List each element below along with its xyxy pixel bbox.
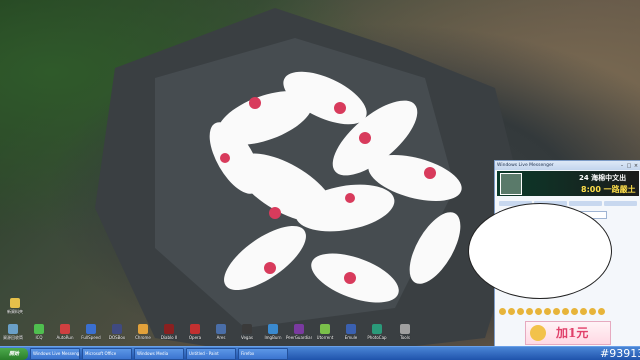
desktop-icon[interactable]: Ares bbox=[208, 324, 234, 340]
app-icon bbox=[86, 324, 96, 334]
emoticon-icon[interactable] bbox=[580, 308, 587, 315]
emoticon-icon[interactable] bbox=[571, 308, 578, 315]
desktop-icon[interactable]: AutoRun bbox=[52, 324, 78, 340]
emoticon-icon[interactable] bbox=[517, 308, 524, 315]
emoticon-icon[interactable] bbox=[544, 308, 551, 315]
app-icon bbox=[190, 324, 200, 334]
app-icon bbox=[164, 324, 174, 334]
emoticon-icon[interactable] bbox=[499, 308, 506, 315]
window-title: Windows Live Messenger bbox=[497, 163, 554, 168]
app-icon bbox=[372, 324, 382, 334]
emoticon-icon[interactable] bbox=[535, 308, 542, 315]
banner-thumbnail bbox=[500, 173, 522, 195]
taskbar-button[interactable]: Windows Media bbox=[134, 348, 184, 360]
emoticon-icon[interactable] bbox=[562, 308, 569, 315]
emoticon-icon[interactable] bbox=[553, 308, 560, 315]
banner-line-1: 24 海棉中文出 bbox=[579, 174, 627, 182]
emoticon-icon[interactable] bbox=[508, 308, 515, 315]
desktop-icon[interactable]: Opera bbox=[182, 324, 208, 340]
emoticon-bar bbox=[499, 308, 637, 317]
toolbar-button[interactable] bbox=[604, 201, 637, 206]
desktop-icon[interactable]: Vegas bbox=[234, 324, 260, 340]
emoticon-icon[interactable] bbox=[589, 308, 596, 315]
app-icon bbox=[320, 324, 330, 334]
taskbar-button[interactable]: Microsoft Office bbox=[82, 348, 132, 360]
watermark-text: #939130 bbox=[600, 347, 640, 360]
taskbar: 開始 Windows Live Messenger Microsoft Offi… bbox=[0, 346, 640, 360]
app-icon bbox=[112, 324, 122, 334]
emoticon-icon[interactable] bbox=[526, 308, 533, 315]
maximize-icon[interactable]: □ bbox=[626, 163, 632, 169]
desktop-icon[interactable]: DOSBox bbox=[104, 324, 130, 340]
desktop-icon[interactable]: ImgBurn bbox=[260, 324, 286, 340]
app-icon bbox=[294, 324, 304, 334]
desktop-icon[interactable]: PhotoCap bbox=[364, 324, 390, 340]
desktop-icon[interactable]: ICQ bbox=[26, 324, 52, 340]
desktop-icon[interactable]: FullSpeed bbox=[78, 324, 104, 340]
messenger-banner[interactable]: 24 海棉中文出 8:00 一路嚴土 bbox=[497, 171, 639, 196]
toolbar-button[interactable] bbox=[569, 201, 602, 206]
app-icon bbox=[216, 324, 226, 334]
desktop-icon[interactable]: Diablo II bbox=[156, 324, 182, 340]
desktop-icon-folder[interactable]: 新資料夾 bbox=[2, 298, 28, 314]
redaction-oval bbox=[468, 203, 612, 299]
app-icon bbox=[138, 324, 148, 334]
desktop-icon[interactable]: 資源回收筒 bbox=[0, 324, 26, 340]
start-button[interactable]: 開始 bbox=[0, 348, 28, 360]
app-icon bbox=[60, 324, 70, 334]
desktop-icon[interactable]: Utorrent bbox=[312, 324, 338, 340]
wallpaper-photo bbox=[95, 8, 525, 360]
app-icon bbox=[242, 324, 252, 334]
app-icon bbox=[34, 324, 44, 334]
messenger-titlebar[interactable]: Windows Live Messenger – □ × bbox=[495, 161, 640, 170]
ad-banner[interactable]: 加1元 bbox=[525, 321, 611, 345]
banner-line-2: 8:00 一路嚴土 bbox=[581, 185, 636, 194]
desktop-background: 新資料夾 資源回收筒 ICQ AutoRun FullSpeed DOSBox … bbox=[0, 0, 640, 360]
app-icon bbox=[346, 324, 356, 334]
taskbar-button[interactable]: Windows Live Messenger bbox=[30, 348, 80, 360]
taskbar-button[interactable]: Firefox bbox=[238, 348, 288, 360]
desktop-icon[interactable]: PeerGuardian bbox=[286, 324, 312, 340]
folder-icon bbox=[10, 298, 20, 308]
emoticon-icon[interactable] bbox=[598, 308, 605, 315]
ad-mascot-icon bbox=[530, 325, 546, 341]
taskbar-button[interactable]: Untitled - Paint bbox=[186, 348, 236, 360]
desktop-icon[interactable]: Emule bbox=[338, 324, 364, 340]
app-icon bbox=[268, 324, 278, 334]
desktop-icon[interactable]: Chrome bbox=[130, 324, 156, 340]
desktop-icon[interactable]: Tools bbox=[392, 324, 418, 340]
minimize-icon[interactable]: – bbox=[619, 163, 625, 169]
ad-text: 加1元 bbox=[556, 326, 589, 340]
recycle-bin-icon bbox=[8, 324, 18, 334]
close-icon[interactable]: × bbox=[633, 163, 639, 169]
app-icon bbox=[400, 324, 410, 334]
